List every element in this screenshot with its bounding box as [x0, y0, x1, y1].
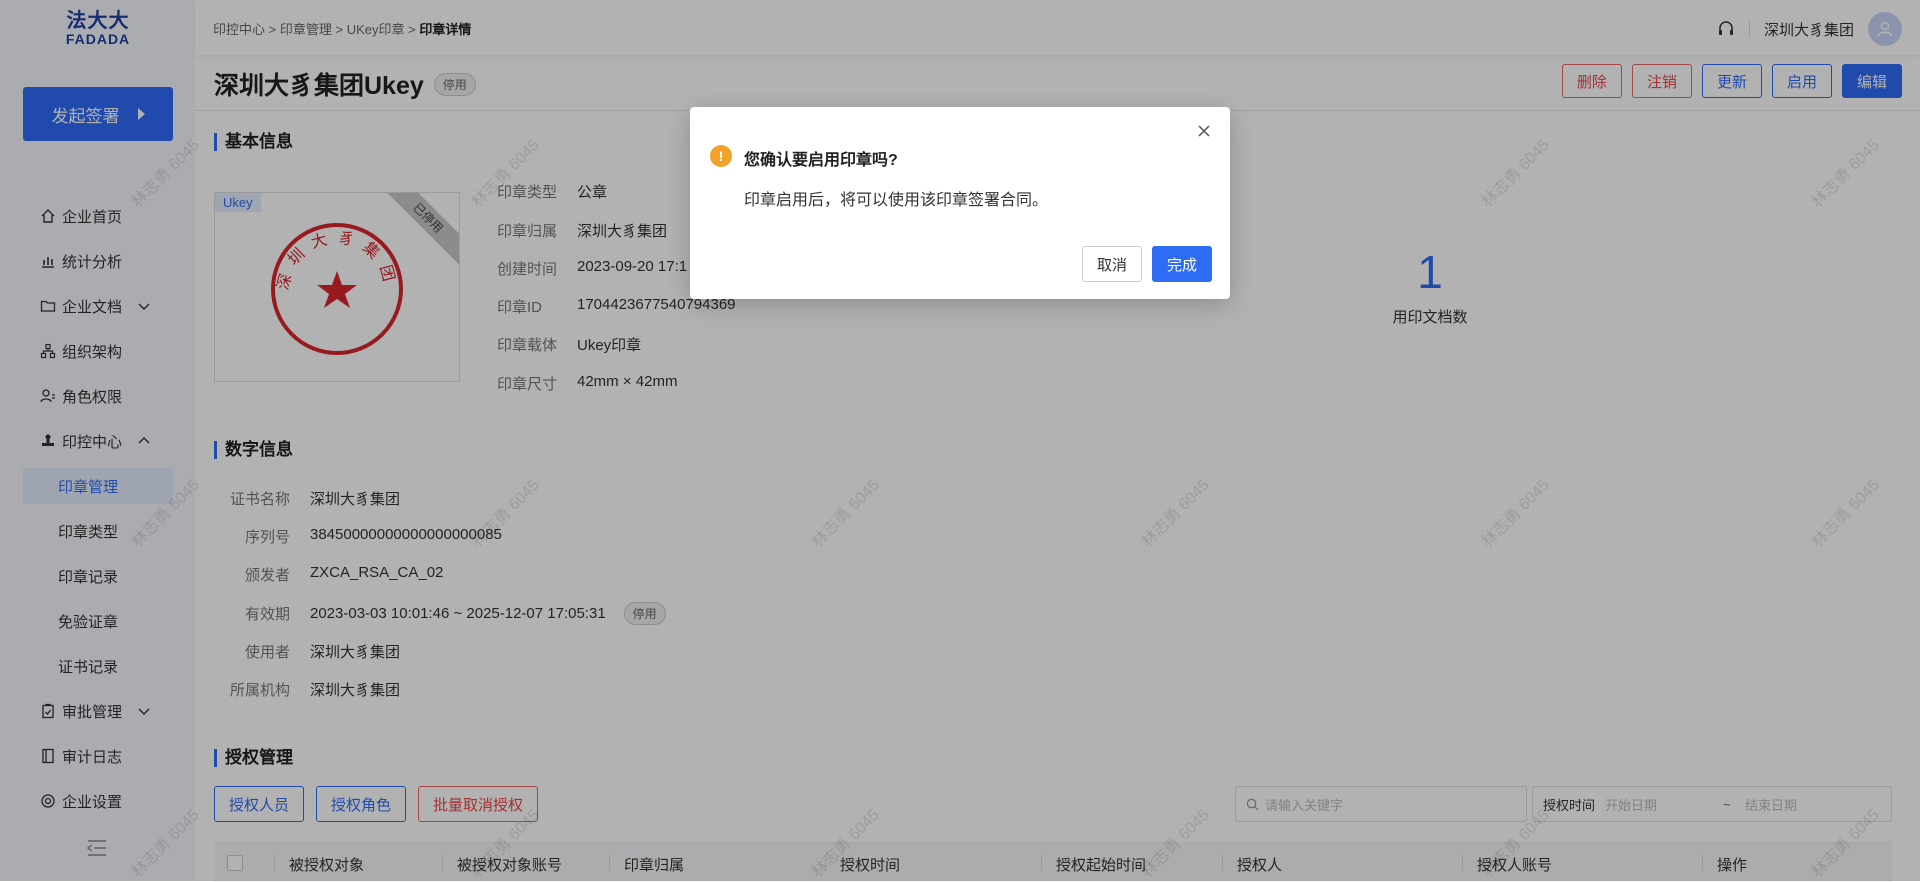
dialog-message: 印章启用后，将可以使用该印章签署合同。 — [744, 192, 1049, 209]
warning-icon: ! — [710, 145, 732, 167]
dialog-actions: 取消 完成 — [1081, 246, 1212, 282]
close-icon[interactable] — [1196, 123, 1212, 139]
cancel-button[interactable]: 取消 — [1081, 246, 1142, 282]
dialog-title: 您确认要启用印章吗? — [744, 152, 898, 169]
confirm-enable-dialog: ! 您确认要启用印章吗? 印章启用后，将可以使用该印章签署合同。 取消 完成 — [690, 107, 1230, 299]
confirm-button[interactable]: 完成 — [1151, 246, 1212, 282]
